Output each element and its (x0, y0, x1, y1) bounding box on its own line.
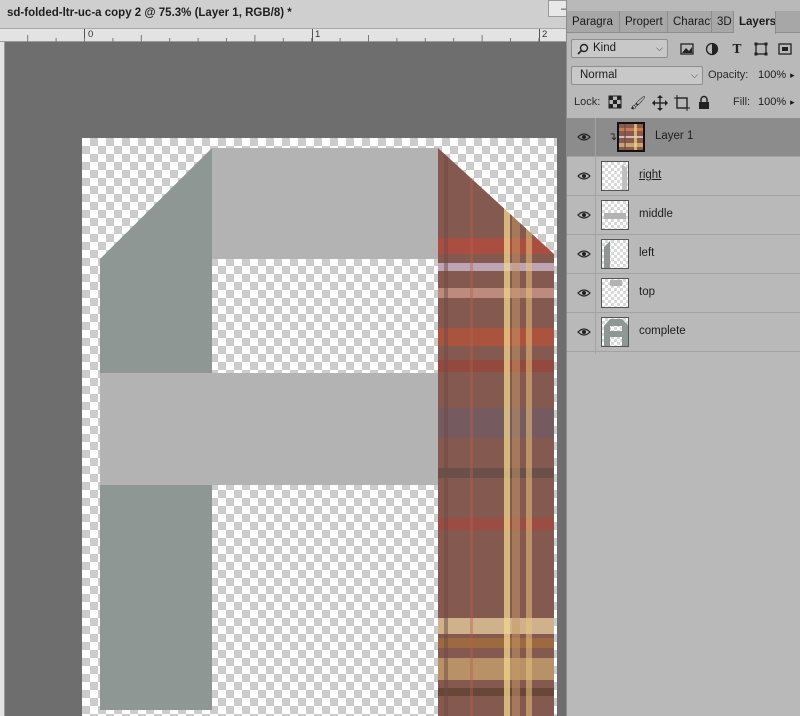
document-area: sd-folded-ltr-uc-a copy 2 @ 75.3% (Layer… (0, 0, 640, 716)
eye-icon[interactable] (577, 287, 591, 299)
tab-character[interactable]: Charact (668, 11, 712, 33)
layer-name: right (639, 169, 662, 181)
layer-row-layer-1[interactable]: ↴ Layer 1 (567, 118, 800, 157)
lock-transparent-icon[interactable] (608, 95, 624, 111)
tab-3d[interactable]: 3D (712, 11, 734, 33)
layer-name: left (639, 247, 655, 259)
image-filter-icon[interactable] (679, 41, 695, 57)
ruler-ticks (27, 29, 540, 42)
tab-paragraph[interactable]: Paragra (567, 11, 620, 33)
fill-value: 100% (758, 96, 787, 108)
layers-divider (595, 118, 596, 354)
lock-artboard-icon[interactable] (674, 95, 690, 111)
layer-row-middle[interactable]: middle (567, 196, 800, 235)
tab-properties[interactable]: Propert (620, 11, 668, 33)
layer-row-complete[interactable]: complete (567, 313, 800, 352)
top-piece (212, 148, 438, 259)
smart-object-filter-icon[interactable] (777, 41, 793, 57)
layer-name: Layer 1 (655, 130, 694, 142)
layer-thumbnail (601, 200, 629, 230)
eye-icon[interactable] (577, 209, 591, 221)
chevron-down-icon: ⌵ (691, 70, 698, 80)
letter-artwork (100, 148, 554, 716)
blend-mode-value: Normal (580, 69, 618, 81)
layer-row-right[interactable]: right (567, 157, 800, 196)
layer-thumbnail (601, 278, 629, 308)
blend-mode-dropdown[interactable]: Normal ⌵ (571, 66, 703, 85)
layer-name: middle (639, 208, 673, 220)
eye-icon[interactable] (577, 248, 591, 260)
horizontal-ruler[interactable]: 0 1 2 (0, 29, 566, 42)
eye-icon[interactable] (577, 170, 591, 182)
layer-row-left[interactable]: left (567, 235, 800, 274)
vertical-ruler[interactable] (0, 42, 5, 716)
lock-row: Lock: 🖌 Fill: 100% ▸ (567, 91, 800, 115)
tab-layers[interactable]: Layers (734, 11, 776, 34)
lock-image-icon[interactable]: 🖌 (630, 95, 647, 111)
clipping-mask-icon: ↴ (608, 130, 618, 143)
layers-panel: Paragra Propert Charact 3D Layers Kind ⌵… (566, 0, 800, 716)
layer-thumbnail (601, 239, 629, 269)
opacity-label: Opacity: (708, 69, 749, 81)
fill-label: Fill: (733, 96, 751, 108)
layers-list: ↴ Layer 1 right middle left top complete (567, 118, 800, 354)
filter-kind-label: Kind (593, 42, 617, 54)
ruler-label-0: 0 (88, 29, 94, 40)
chevron-right-icon: ▸ (790, 97, 795, 107)
layer-row-top[interactable]: top (567, 274, 800, 313)
document-canvas[interactable] (82, 138, 557, 716)
layer-thumbnail (601, 161, 629, 191)
eye-icon[interactable] (577, 131, 591, 143)
layer-name: top (639, 286, 655, 298)
adjustment-filter-icon[interactable] (704, 41, 720, 57)
search-icon (577, 43, 589, 55)
fill-field[interactable]: 100% ▸ (758, 96, 795, 108)
layer-thumbnail (601, 317, 629, 347)
eye-icon[interactable] (577, 326, 591, 338)
layer-name: complete (639, 325, 686, 337)
opacity-value: 100% (758, 69, 787, 81)
ruler-label-2: 2 (542, 29, 548, 40)
filter-kind-dropdown[interactable]: Kind ⌵ (571, 39, 668, 58)
blend-row: Normal ⌵ Opacity: 100% ▸ (567, 64, 800, 88)
layer-thumbnail (617, 122, 645, 152)
filter-row: Kind ⌵ T (567, 37, 800, 61)
lock-all-icon[interactable] (697, 95, 713, 111)
ruler-label-1: 1 (315, 29, 321, 40)
panel-tabs: Paragra Propert Charact 3D Layers (567, 11, 800, 34)
document-title: sd-folded-ltr-uc-a copy 2 @ 75.3% (Layer… (7, 7, 292, 19)
chevron-down-icon: ⌵ (656, 43, 663, 53)
right-piece (438, 148, 554, 716)
type-filter-icon[interactable]: T (729, 41, 745, 57)
lock-position-icon[interactable] (652, 95, 668, 111)
middle-piece (100, 373, 438, 485)
document-tab[interactable]: sd-folded-ltr-uc-a copy 2 @ 75.3% (Layer… (0, 0, 566, 29)
opacity-field[interactable]: 100% ▸ (758, 69, 795, 81)
shape-filter-icon[interactable] (753, 41, 769, 57)
chevron-right-icon: ▸ (790, 70, 795, 80)
lock-label: Lock: (574, 96, 601, 108)
